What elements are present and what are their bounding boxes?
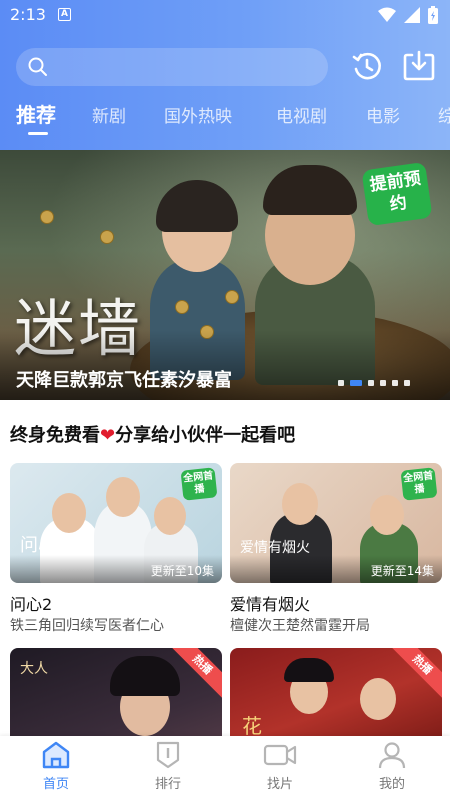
drama-thumbnail[interactable]: 爱情有烟火 全网首播 更新至14集 xyxy=(230,463,442,583)
nav-mine[interactable]: 我的 xyxy=(336,738,448,798)
hot-ribbon: 热播 xyxy=(387,648,442,700)
coin-decoration xyxy=(100,230,114,244)
banner-caption: 天降巨款郭京飞任素汐暴富 xyxy=(16,370,232,391)
video-camera-icon xyxy=(263,744,297,766)
tab-new-drama[interactable]: 新剧 xyxy=(92,102,126,127)
status-bar: 2:13 A xyxy=(0,0,450,32)
thumbnail-title-art: 问心2 xyxy=(20,535,68,556)
drama-thumbnail[interactable]: 问心2 全网首播 更新至10集 xyxy=(10,463,222,583)
nav-home-label: 首页 xyxy=(42,777,69,792)
preorder-badge[interactable]: 提前预约 xyxy=(361,161,433,227)
ranking-icon xyxy=(156,741,180,769)
bottom-navigation: 首页 排行 找片 我的 xyxy=(0,736,450,800)
drama-subtitle: 铁三角回归续写医者仁心 xyxy=(10,618,164,634)
coin-decoration xyxy=(175,300,189,314)
history-button[interactable] xyxy=(350,49,384,83)
nav-mine-label: 我的 xyxy=(378,777,405,792)
app-notification-icon: A xyxy=(58,8,71,21)
history-icon xyxy=(352,52,381,80)
nav-home[interactable]: 首页 xyxy=(0,738,112,798)
signal-icon xyxy=(404,7,420,23)
search-icon xyxy=(28,57,47,76)
episode-update: 更新至10集 xyxy=(150,564,214,578)
drama-subtitle: 檀健次王楚然雷霆开局 xyxy=(230,618,370,634)
coin-decoration xyxy=(40,210,54,224)
thumbnail-title-art: 爱情有烟火 xyxy=(240,540,310,556)
drama-title[interactable]: 爱情有烟火 xyxy=(230,591,310,615)
carousel-dot[interactable] xyxy=(368,380,374,386)
nav-ranking-label: 排行 xyxy=(154,777,181,792)
carousel-dots xyxy=(338,380,410,386)
wifi-icon xyxy=(378,7,396,22)
carousel-dot[interactable] xyxy=(404,380,410,386)
tab-foreign-hits[interactable]: 国外热映 xyxy=(164,102,232,127)
status-icons xyxy=(378,6,438,24)
tab-movies[interactable]: 电影 xyxy=(366,102,400,127)
heart-icon: ❤ xyxy=(100,425,116,446)
episode-update: 更新至14集 xyxy=(370,564,434,578)
download-button[interactable] xyxy=(402,49,436,83)
nav-find-label: 找片 xyxy=(266,777,293,792)
home-icon xyxy=(42,741,70,769)
carousel-dot[interactable] xyxy=(380,380,386,386)
battery-icon xyxy=(428,6,438,24)
carousel-dot[interactable] xyxy=(392,380,398,386)
status-time: 2:13 xyxy=(10,5,46,24)
thumbnail-title-art: 花 xyxy=(242,714,262,738)
coin-decoration xyxy=(225,290,239,304)
carousel-dot-active[interactable] xyxy=(350,380,362,386)
active-tab-indicator xyxy=(28,132,48,135)
header: 2:13 A 推荐 新剧 国外热映 电视剧 电影 综 xyxy=(0,0,450,150)
tab-recommend[interactable]: 推荐 xyxy=(16,99,56,128)
carousel-dot[interactable] xyxy=(338,380,344,386)
share-promo-title[interactable]: 终身免费看❤分享给小伙伴一起看吧 xyxy=(10,421,295,447)
premiere-badge: 全网首播 xyxy=(180,467,218,501)
user-icon xyxy=(378,742,406,769)
category-tabs: 推荐 新剧 国外热映 电视剧 电影 综 xyxy=(0,96,450,136)
thumbnail-title-art: 大人 xyxy=(20,661,48,677)
premiere-badge: 全网首播 xyxy=(400,467,438,501)
hero-banner[interactable]: 迷墙 提前预约 天降巨款郭京飞任素汐暴富 xyxy=(0,150,450,400)
drama-title[interactable]: 问心2 xyxy=(10,591,52,615)
search-input[interactable] xyxy=(16,48,328,86)
nav-ranking[interactable]: 排行 xyxy=(112,738,224,798)
nav-find[interactable]: 找片 xyxy=(224,738,336,798)
tab-tv-series[interactable]: 电视剧 xyxy=(276,102,327,127)
tab-variety[interactable]: 综 xyxy=(438,102,450,127)
download-icon xyxy=(403,50,435,81)
